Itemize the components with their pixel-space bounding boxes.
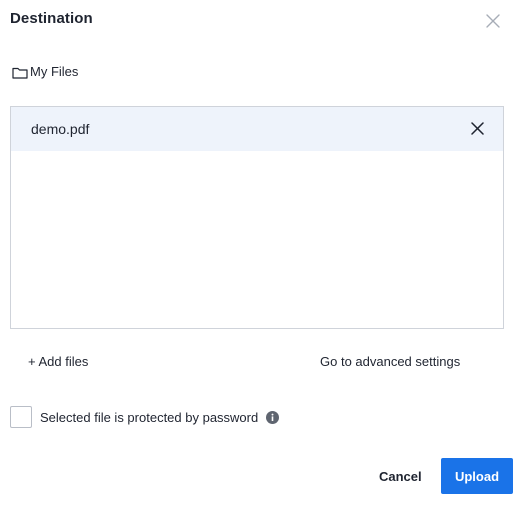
close-button[interactable]: [484, 12, 502, 30]
info-icon[interactable]: [266, 410, 280, 424]
folder-label: My Files: [30, 64, 79, 79]
file-name: demo.pdf: [31, 121, 90, 137]
folder-icon: [12, 66, 28, 79]
close-icon: [486, 14, 500, 28]
file-row[interactable]: demo.pdf: [11, 107, 503, 151]
password-protected-label: Selected file is protected by password: [40, 409, 259, 425]
close-icon: [471, 122, 484, 135]
cancel-button[interactable]: Cancel: [371, 458, 430, 494]
file-list: demo.pdf: [10, 106, 504, 329]
upload-button[interactable]: Upload: [441, 458, 513, 494]
password-protected-checkbox[interactable]: [10, 406, 32, 428]
folder-path[interactable]: My Files: [12, 64, 78, 79]
dialog-title: Destination: [10, 10, 93, 27]
remove-file-button[interactable]: [470, 121, 485, 136]
advanced-settings-link[interactable]: Go to advanced settings: [320, 354, 460, 369]
password-protected-row: Selected file is protected by password: [10, 406, 280, 428]
upload-dialog: Destination My Files demo.pdf + Add file…: [0, 0, 523, 531]
add-files-link[interactable]: + Add files: [28, 354, 88, 369]
